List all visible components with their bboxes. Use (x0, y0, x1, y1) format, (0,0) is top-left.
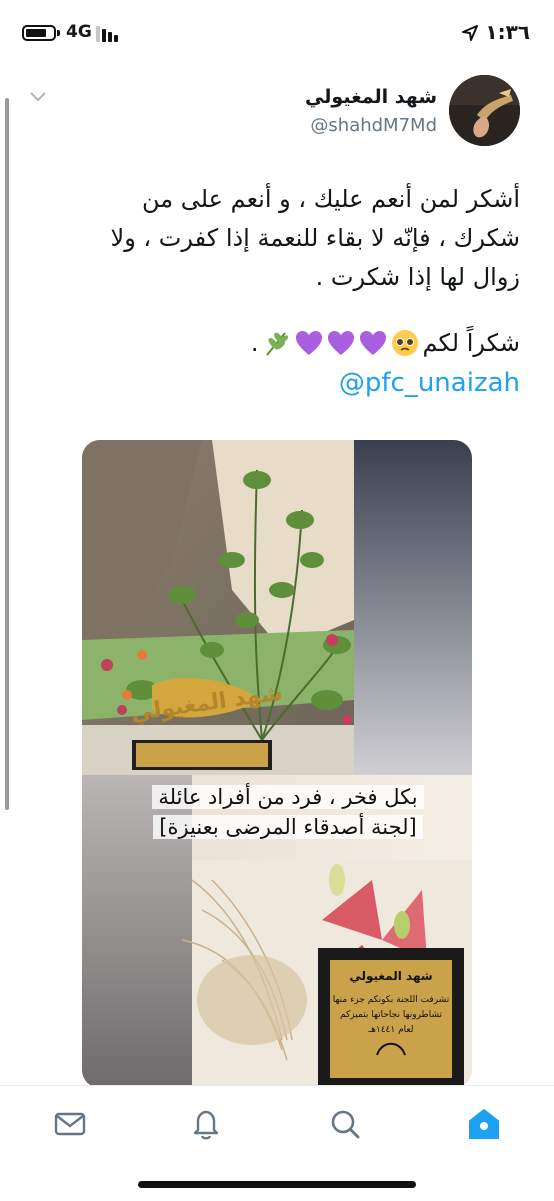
home-indicator (138, 1181, 416, 1188)
location-arrow-icon (462, 25, 478, 41)
plaque-title: شهد المغيولي (349, 969, 432, 984)
battery-nub (57, 30, 60, 36)
tweet-text: أشكر لمن أنعم عليك ، و أنعم على من شكرك … (50, 180, 521, 297)
tweet-text-line: زوال لها إذا شكرت . (315, 263, 520, 291)
messages-icon[interactable] (52, 1106, 88, 1142)
author-name[interactable]: شهد المغيولي (305, 86, 437, 108)
avatar[interactable] (449, 75, 520, 146)
purple-heart-icon (327, 331, 354, 355)
plaque-line: لعام ١٤٤١هـ (368, 1025, 414, 1035)
status-time: ١:٣٦ (485, 20, 530, 44)
tweet-text-line: شكرك ، فإنّه لا بقاء للنعمة إذا كفرت ، و… (110, 224, 521, 252)
plaque-line: تشاطرونها نجاحاتها بتميزكم (340, 1010, 443, 1020)
tweet-text-line: أشكر لمن أنعم عليك ، و أنعم على من (141, 185, 520, 213)
scroll-indicator (5, 98, 9, 810)
signal-icon (96, 26, 122, 42)
home-icon[interactable] (466, 1106, 502, 1142)
network-label: 4G (66, 22, 92, 42)
caption-line: [لجنة أصدقاء المرضى بعنيزة] (153, 815, 423, 839)
plaque-line: تشرفت اللجنة بكونكم جزء منها (333, 995, 450, 1005)
caption-line: بكل فخر ، فرد من أفراد عائلة (152, 785, 424, 809)
thanks-text: شكراً لكم (422, 329, 520, 357)
purple-heart-icon (359, 331, 386, 355)
mention-link[interactable]: @pfc_unaizah (339, 368, 520, 398)
herb-leaf-icon (265, 332, 288, 356)
purple-heart-icon (295, 331, 322, 355)
media-caption: بكل فخر ، فرد من أفراد عائلة [لجنة أصدقا… (131, 782, 445, 842)
period-text: . (250, 329, 259, 357)
search-icon[interactable] (327, 1106, 363, 1142)
battery-icon (22, 25, 56, 41)
status-bar: 4G ١:٣٦ (0, 0, 554, 66)
pleading-face-icon (391, 330, 418, 356)
tweet-media-image[interactable]: شهد المغيولي شهد المغيولي تشرفت اللجنة ب… (82, 440, 472, 1088)
notifications-icon[interactable] (188, 1106, 224, 1142)
thanks-line: شكراً لكم . (251, 325, 520, 361)
author-handle[interactable]: @shahdM7Md (310, 115, 437, 136)
chevron-down-icon[interactable] (30, 92, 46, 102)
